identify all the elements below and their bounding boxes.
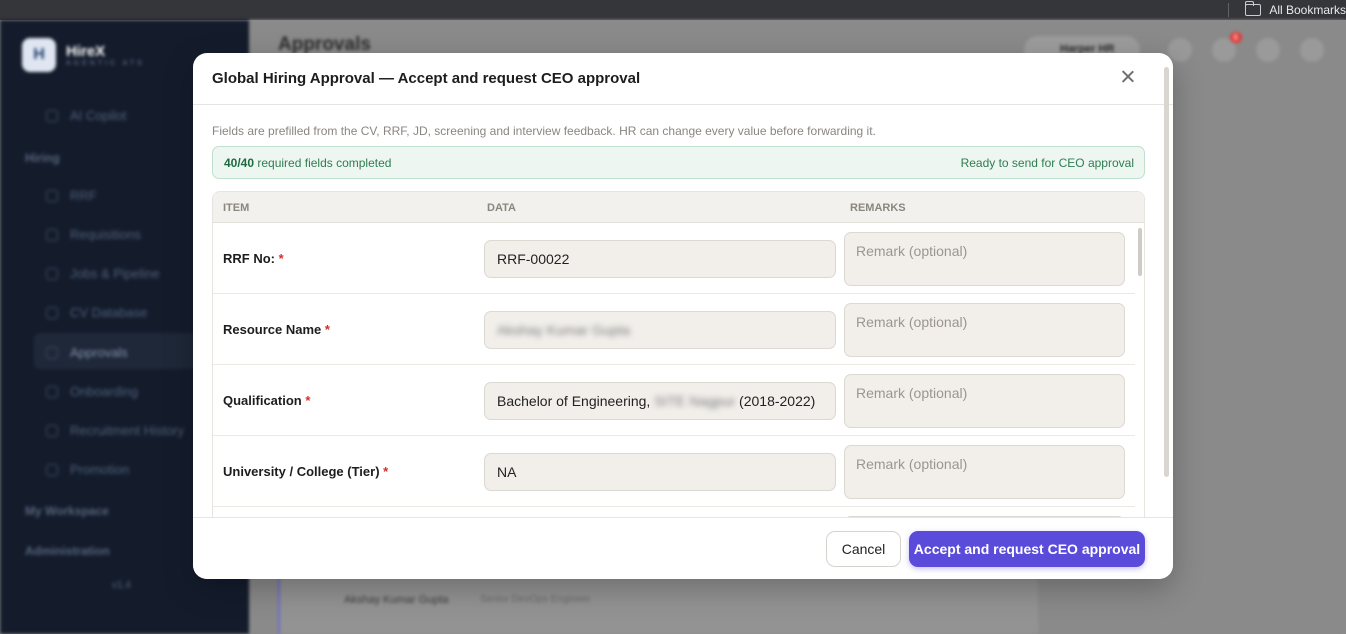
cancel-button[interactable]: Cancel <box>826 531 901 567</box>
remark-textarea[interactable] <box>844 445 1125 499</box>
sidebar-item-label: CV Database <box>70 305 148 320</box>
remark-textarea[interactable] <box>844 232 1125 286</box>
send-icon <box>46 385 58 398</box>
column-header-data: DATA <box>487 202 516 214</box>
field-label-text: Qualification <box>223 393 302 408</box>
qualification-years: (2018-2022) <box>739 393 816 409</box>
ready-status: Ready to send for CEO approval <box>960 156 1134 170</box>
candidate-name: Akshay Kumar Gupta <box>344 594 449 606</box>
brand-subtitle: AGENTIC ATS <box>66 60 145 67</box>
send-icon <box>46 463 58 476</box>
inbox-icon <box>46 346 58 359</box>
sidebar-item-label: Recruitment History <box>70 423 185 438</box>
field-label-text: University / College (Tier) <box>223 464 380 479</box>
sidebar-item-label: Onboarding <box>70 384 138 399</box>
modal-header: Global Hiring Approval — Accept and requ… <box>193 53 1173 105</box>
field-label: Resource Name * <box>223 322 330 337</box>
qualification-degree: Bachelor of Engineering, <box>497 393 651 409</box>
bookmarks-divider <box>1228 3 1230 17</box>
sidebar-item-label: Requisitions <box>70 227 141 242</box>
sidebar-item-copilot[interactable]: AI Copilot <box>46 108 126 123</box>
bell-icon[interactable]: 6 <box>1212 32 1242 62</box>
modal-footer: Cancel Accept and request CEO approval <box>193 517 1173 579</box>
clock-icon <box>46 424 58 437</box>
university-input[interactable]: NA <box>484 453 836 491</box>
sidebar-item-rrf[interactable]: RRF <box>46 188 97 203</box>
document-icon <box>46 228 58 241</box>
field-label: RRF No: * <box>223 251 284 266</box>
sidebar-item-recruitment-history[interactable]: Recruitment History <box>46 423 184 438</box>
required-marker: * <box>278 251 284 266</box>
field-label: University / College (Tier) * <box>223 464 388 479</box>
field-label-text: Resource Name <box>223 322 322 337</box>
completion-status-bar: 40/40 required fields completed Ready to… <box>212 146 1145 179</box>
users-icon <box>46 306 58 319</box>
qualification-input[interactable]: Bachelor of Engineering, SITE Nagpur (20… <box>484 382 836 420</box>
sidebar-section-admin[interactable]: Administration <box>25 544 110 558</box>
sparkle-icon <box>46 109 58 122</box>
browser-bookmarks-bar: All Bookmarks <box>0 0 1346 20</box>
all-bookmarks-label: All Bookmarks <box>1269 3 1346 17</box>
sidebar-item-label: Jobs & Pipeline <box>70 266 160 281</box>
sidebar-item-requisitions[interactable]: Requisitions <box>46 227 141 242</box>
app-version: v1.4 <box>112 580 131 591</box>
accept-request-ceo-approval-button[interactable]: Accept and request CEO approval <box>909 531 1145 567</box>
notification-badge: 6 <box>1229 32 1242 43</box>
modal-description: Fields are prefilled from the CV, RRF, J… <box>212 124 876 138</box>
rrf-no-input[interactable]: RRF-00022 <box>484 240 836 278</box>
required-marker: * <box>324 322 330 337</box>
fields-completed-text: required fields completed <box>257 156 392 170</box>
brand-name: HireX <box>66 43 106 60</box>
required-marker: * <box>383 464 389 479</box>
candidate-role: Senior DevOps Engineer <box>480 594 591 605</box>
column-header-remarks: REMARKS <box>850 202 906 214</box>
theme-toggle-icon[interactable] <box>1300 38 1324 62</box>
sidebar-item-onboarding[interactable]: Onboarding <box>46 384 138 399</box>
table-row: University / College (Tier) * NA <box>213 436 1135 507</box>
resource-name-redacted: Akshay Kumar Gupta <box>497 322 631 338</box>
qualification-college-redacted: SITE Nagpur <box>654 393 736 409</box>
resource-name-input[interactable]: Akshay Kumar Gupta <box>484 311 836 349</box>
sidebar-item-promotion[interactable]: Promotion <box>46 462 129 477</box>
sidebar-section-hiring[interactable]: Hiring <box>25 151 60 165</box>
refresh-icon[interactable] <box>1256 38 1280 62</box>
sidebar-section-workspace[interactable]: My Workspace <box>25 504 109 518</box>
sidebar-item-cv-database[interactable]: CV Database <box>46 305 147 320</box>
table-row: RRF No: * RRF-00022 <box>213 223 1135 294</box>
table-row: Resource Name * Akshay Kumar Gupta <box>213 294 1135 365</box>
fields-completed-status: 40/40 required fields completed <box>224 156 391 170</box>
sidebar-item-approvals[interactable]: Approvals <box>46 345 128 360</box>
fields-completed-count: 40/40 <box>224 156 255 170</box>
modal-title: Global Hiring Approval — Accept and requ… <box>212 70 641 87</box>
field-label: Qualification * <box>223 393 310 408</box>
table-header: ITEM DATA REMARKS <box>213 192 1144 223</box>
table-row: Qualification * Bachelor of Engineering,… <box>213 365 1135 436</box>
logo-mark: H <box>22 38 56 72</box>
sidebar-item-label: AI Copilot <box>70 108 127 123</box>
sidebar-item-label: Approvals <box>70 345 128 360</box>
field-label-text: RRF No: <box>223 251 275 266</box>
table-scrollbar[interactable] <box>1138 228 1142 276</box>
logo: H HireX AGENTIC ATS <box>22 38 145 72</box>
modal-scrollbar[interactable] <box>1164 67 1169 477</box>
required-marker: * <box>305 393 311 408</box>
close-icon[interactable] <box>1119 68 1137 86</box>
sidebar-item-label: RRF <box>70 188 97 203</box>
sidebar-item-label: Promotion <box>70 462 130 477</box>
approval-modal: Global Hiring Approval — Accept and requ… <box>193 53 1173 579</box>
approval-fields-table: ITEM DATA REMARKS RRF No: * RRF-00022 Re… <box>212 191 1145 521</box>
remark-textarea[interactable] <box>844 303 1125 357</box>
all-bookmarks-button[interactable]: All Bookmarks <box>1228 0 1346 20</box>
sidebar-item-jobs[interactable]: Jobs & Pipeline <box>46 266 160 281</box>
briefcase-icon <box>46 267 58 280</box>
column-header-item: ITEM <box>223 202 250 214</box>
folder-icon <box>1244 1 1262 16</box>
remark-textarea[interactable] <box>844 374 1125 428</box>
document-icon <box>46 189 58 202</box>
